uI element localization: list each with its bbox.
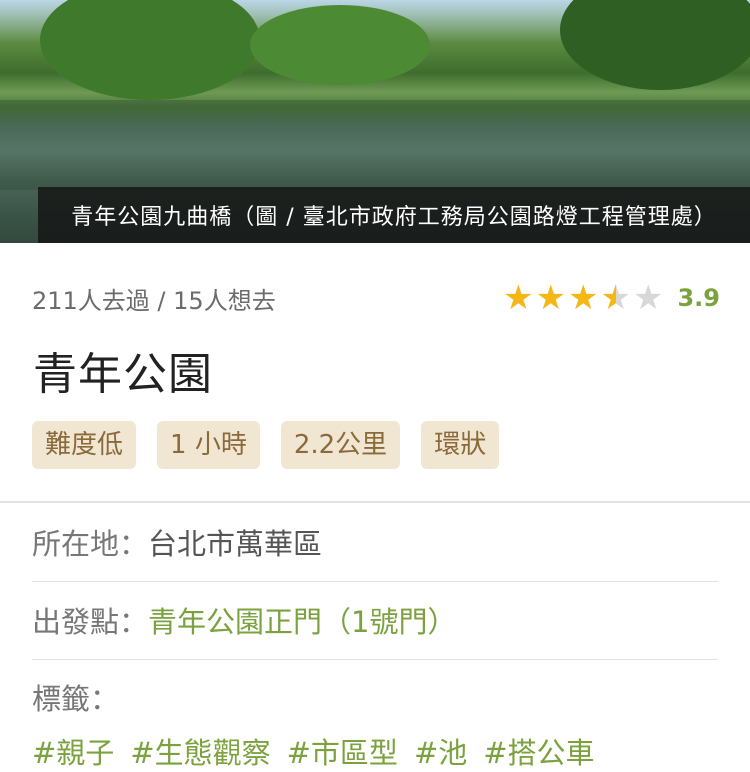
tag-link[interactable]: #池 bbox=[414, 730, 467, 772]
star-icon: ★ bbox=[503, 278, 534, 318]
start-point-row[interactable]: 出發點： 青年公園正門（1號門） bbox=[32, 581, 718, 660]
tree-foliage bbox=[250, 5, 430, 85]
attribute-badge: 環狀 bbox=[421, 421, 500, 469]
rating-score: 3.9 bbox=[677, 284, 720, 312]
star-icon: ★ bbox=[600, 278, 631, 318]
badge-list: 難度低 1 小時 2.2公里 環狀 bbox=[32, 421, 500, 469]
tag-link[interactable]: #搭公車 bbox=[483, 730, 594, 772]
rating-stars: ★ ★ ★ ★ ★ bbox=[503, 281, 663, 315]
tag-list: #親子 #生態觀察 #市區型 #池 #搭公車 bbox=[32, 730, 595, 772]
star-icon: ★ bbox=[535, 278, 567, 318]
tags-row: 標籤： bbox=[32, 659, 718, 735]
photo-caption: 青年公園九曲橋（圖 / 臺北市政府工務局公園路燈工程管理處） bbox=[38, 187, 750, 243]
star-icon: ★ bbox=[568, 278, 599, 318]
hero-photo: 青年公園九曲橋（圖 / 臺北市政府工務局公園路燈工程管理處） bbox=[0, 0, 750, 243]
tag-link[interactable]: #親子 bbox=[32, 730, 114, 772]
visit-stats: 211人去過 / 15人想去 bbox=[32, 286, 276, 315]
rating[interactable]: ★ ★ ★ ★ ★ 3.9 bbox=[503, 281, 720, 315]
attribute-badge: 2.2公里 bbox=[280, 421, 401, 469]
location-row: 所在地： 台北市萬華區 bbox=[32, 503, 718, 582]
start-point-link[interactable]: 青年公園正門（1號門） bbox=[148, 599, 456, 641]
start-point-label: 出發點： bbox=[32, 605, 149, 639]
tree-foliage bbox=[40, 0, 260, 100]
tag-link[interactable]: #生態觀察 bbox=[130, 730, 270, 772]
attribute-badge: 難度低 bbox=[32, 421, 137, 469]
location-label: 所在地： bbox=[32, 527, 149, 561]
water-reflection bbox=[0, 100, 750, 190]
tag-link[interactable]: #市區型 bbox=[287, 730, 398, 772]
stats-row: 211人去過 / 15人想去 ★ ★ ★ ★ ★ 3.9 bbox=[32, 280, 720, 316]
location-value: 台北市萬華區 bbox=[148, 527, 323, 561]
tree-foliage bbox=[560, 0, 750, 90]
tags-label: 標籤： bbox=[32, 682, 120, 716]
page-title: 青年公園 bbox=[33, 349, 213, 400]
star-icon: ★ bbox=[633, 278, 664, 318]
attribute-badge: 1 小時 bbox=[157, 421, 260, 469]
